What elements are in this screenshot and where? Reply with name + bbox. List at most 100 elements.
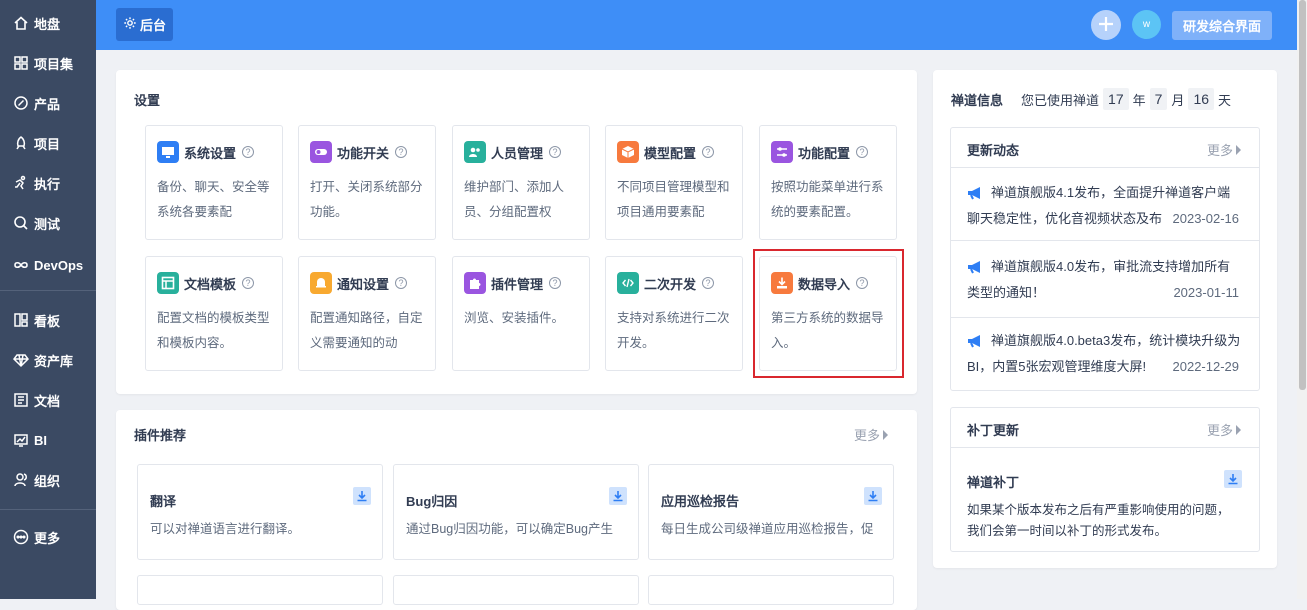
plugin-card[interactable]: 翻译 可以对禅道语言进行翻译。 <box>137 464 383 560</box>
dept-switch-button[interactable]: 研发综合界面 <box>1172 11 1272 40</box>
highlight-box <box>753 249 904 378</box>
news-date: 2022-12-29 <box>1172 359 1240 374</box>
sidebar-item-test[interactable]: 测试 <box>12 213 60 233</box>
sidebar-item-label: 产品 <box>34 96 61 112</box>
sidebar-item-programs[interactable]: 项目集 <box>12 53 73 73</box>
sidebar-item-bi[interactable]: BI <box>12 430 47 450</box>
sidebar-item-label: 项目 <box>34 136 61 152</box>
card-header: 人员管理? <box>464 141 562 163</box>
avatar[interactable]: w <box>1132 10 1161 39</box>
sidebar-item-docs[interactable]: 文档 <box>12 390 60 410</box>
sidebar: 地盘 项目集 产品 项目 执行 测试 DevOps 看板 资产库 文档 BI 组… <box>0 0 96 599</box>
sidebar-item-execution[interactable]: 执行 <box>12 173 60 193</box>
usage-months: 7 <box>1149 88 1168 110</box>
updates-box: 更新动态 更多 禅道旗舰版4.1发布，全面提升禅道客户端 聊天稳定性，优化音视频… <box>950 127 1260 391</box>
divider <box>951 447 1259 448</box>
sidebar-item-devops[interactable]: DevOps <box>12 255 83 275</box>
news-item[interactable]: 禅道旗舰版4.0发布，审批流支持增加所有 类型的通知！ 2023-01-11 <box>967 254 1239 306</box>
plugin-card[interactable] <box>393 575 639 605</box>
card-header: 通知设置? <box>310 272 408 294</box>
product-icon <box>12 94 30 112</box>
card-desc: 配置通知路径，自定义需要通知的动 <box>310 311 423 350</box>
plugin-desc: 每日生成公司级禅道应用巡检报告，促 <box>661 522 874 536</box>
card-title: 系统设置 <box>184 145 237 161</box>
plugin-card[interactable]: Bug归因 通过Bug归因功能，可以确定Bug产生 <box>393 464 639 560</box>
help-icon[interactable]: ? <box>549 277 562 289</box>
sidebar-item-home[interactable]: 地盘 <box>12 13 60 33</box>
help-icon[interactable]: ? <box>549 146 562 158</box>
sidebar-item-more[interactable]: 更多 <box>12 527 60 547</box>
sidebar-item-label: 地盘 <box>34 16 61 32</box>
sidebar-item-label: 资产库 <box>34 353 74 369</box>
gear-icon <box>123 16 137 33</box>
patches-more-link[interactable]: 更多 <box>1207 420 1242 439</box>
sidebar-item-product[interactable]: 产品 <box>12 93 60 113</box>
sidebar-item-label: 测试 <box>34 216 61 232</box>
team-icon <box>464 141 486 163</box>
sidebar-item-org[interactable]: 组织 <box>12 470 60 490</box>
diamond-icon <box>12 351 30 369</box>
plus-icon <box>1097 15 1115 36</box>
year-unit: 年 <box>1132 92 1146 108</box>
help-icon[interactable]: ? <box>395 146 408 158</box>
card-desc: 配置文档的模板类型和模板内容。 <box>157 311 270 350</box>
settings-card[interactable]: 通知设置? 配置通知路径，自定义需要通知的动 <box>298 256 436 371</box>
updates-more-link[interactable]: 更多 <box>1207 140 1242 159</box>
help-icon[interactable]: ? <box>702 146 715 158</box>
help-icon[interactable]: ? <box>395 277 408 289</box>
create-button[interactable] <box>1091 10 1121 40</box>
patches-box: 补丁更新 更多 禅道补丁 如果某个版本发布之后有严重影响使用的问题， 我们会第一… <box>950 407 1260 552</box>
people-icon <box>12 471 30 489</box>
bell-icon <box>310 272 332 294</box>
settings-card[interactable]: 人员管理? 维护部门、添加人员、分组配置权 <box>452 125 590 240</box>
plugin-name: 翻译 <box>150 494 177 509</box>
card-desc: 按照功能菜单进行系统的要素配置。 <box>771 180 884 219</box>
help-icon[interactable]: ? <box>702 277 715 289</box>
sidebar-item-kanban[interactable]: 看板 <box>12 310 60 330</box>
news-item[interactable]: 禅道旗舰版4.0.beta3发布，统计模块升级为 BI，内置5张宏观管理维度大屏… <box>967 328 1239 380</box>
help-icon[interactable]: ? <box>242 277 255 289</box>
megaphone-icon <box>967 260 985 274</box>
card-title: 模型配置 <box>644 145 697 161</box>
sidebar-item-assets[interactable]: 资产库 <box>12 350 73 370</box>
sidebar-item-label: DevOps <box>34 257 84 273</box>
card-desc: 维护部门、添加人员、分组配置权 <box>464 180 565 219</box>
settings-card[interactable]: 二次开发? 支持对系统进行二次开发。 <box>605 256 743 371</box>
admin-back-button[interactable]: 后台 <box>116 8 173 41</box>
plugins-more-link[interactable]: 更多 <box>854 425 889 444</box>
more-icon <box>12 528 30 546</box>
news-title-cont: BI，内置5张宏观管理维度大屏! <box>967 359 1147 374</box>
scrollbar-thumb[interactable] <box>1299 0 1306 390</box>
infinity-icon <box>12 256 30 274</box>
megaphone-icon <box>967 186 985 200</box>
download-icon[interactable] <box>864 487 882 505</box>
settings-card[interactable]: 功能配置? 按照功能菜单进行系统的要素配置。 <box>759 125 897 240</box>
plugin-card[interactable]: 应用巡检报告 每日生成公司级禅道应用巡检报告，促 <box>648 464 894 560</box>
patch-desc-line: 我们会第一时间以补丁的形式发布。 <box>967 524 1168 538</box>
news-item[interactable]: 禅道旗舰版4.1发布，全面提升禅道客户端 聊天稳定性，优化音视频状态及布 2023… <box>967 180 1239 232</box>
updates-title: 更新动态 <box>967 143 1020 158</box>
settings-card[interactable]: 系统设置? 备份、聊天、安全等系统各要素配 <box>145 125 283 240</box>
megaphone-icon <box>967 334 985 348</box>
card-title: 人员管理 <box>491 145 544 161</box>
settings-card[interactable]: 文档模板? 配置文档的模板类型和模板内容。 <box>145 256 283 371</box>
settings-card[interactable]: 模型配置? 不同项目管理模型和项目通用要素配 <box>605 125 743 240</box>
news-title: 禅道旗舰版4.1发布，全面提升禅道客户端 <box>991 185 1231 200</box>
sidebar-item-label: 执行 <box>34 176 61 192</box>
day-unit: 天 <box>1218 92 1232 108</box>
caret-right-icon <box>1236 424 1242 435</box>
settings-title: 设置 <box>134 93 161 108</box>
help-icon[interactable]: ? <box>242 146 255 158</box>
settings-card[interactable]: 功能开关? 打开、关闭系统部分功能。 <box>298 125 436 240</box>
plugin-card[interactable] <box>137 575 383 605</box>
plugin-card[interactable] <box>648 575 894 605</box>
system-settings-icon <box>157 141 179 163</box>
project-icon <box>12 134 30 152</box>
download-icon[interactable] <box>353 487 371 505</box>
settings-card[interactable]: 插件管理? 浏览、安装插件。 <box>452 256 590 371</box>
help-icon[interactable]: ? <box>856 146 869 158</box>
bi-icon <box>12 431 30 449</box>
download-icon[interactable] <box>609 487 627 505</box>
sidebar-item-project[interactable]: 项目 <box>12 133 60 153</box>
download-icon[interactable] <box>1224 470 1242 488</box>
